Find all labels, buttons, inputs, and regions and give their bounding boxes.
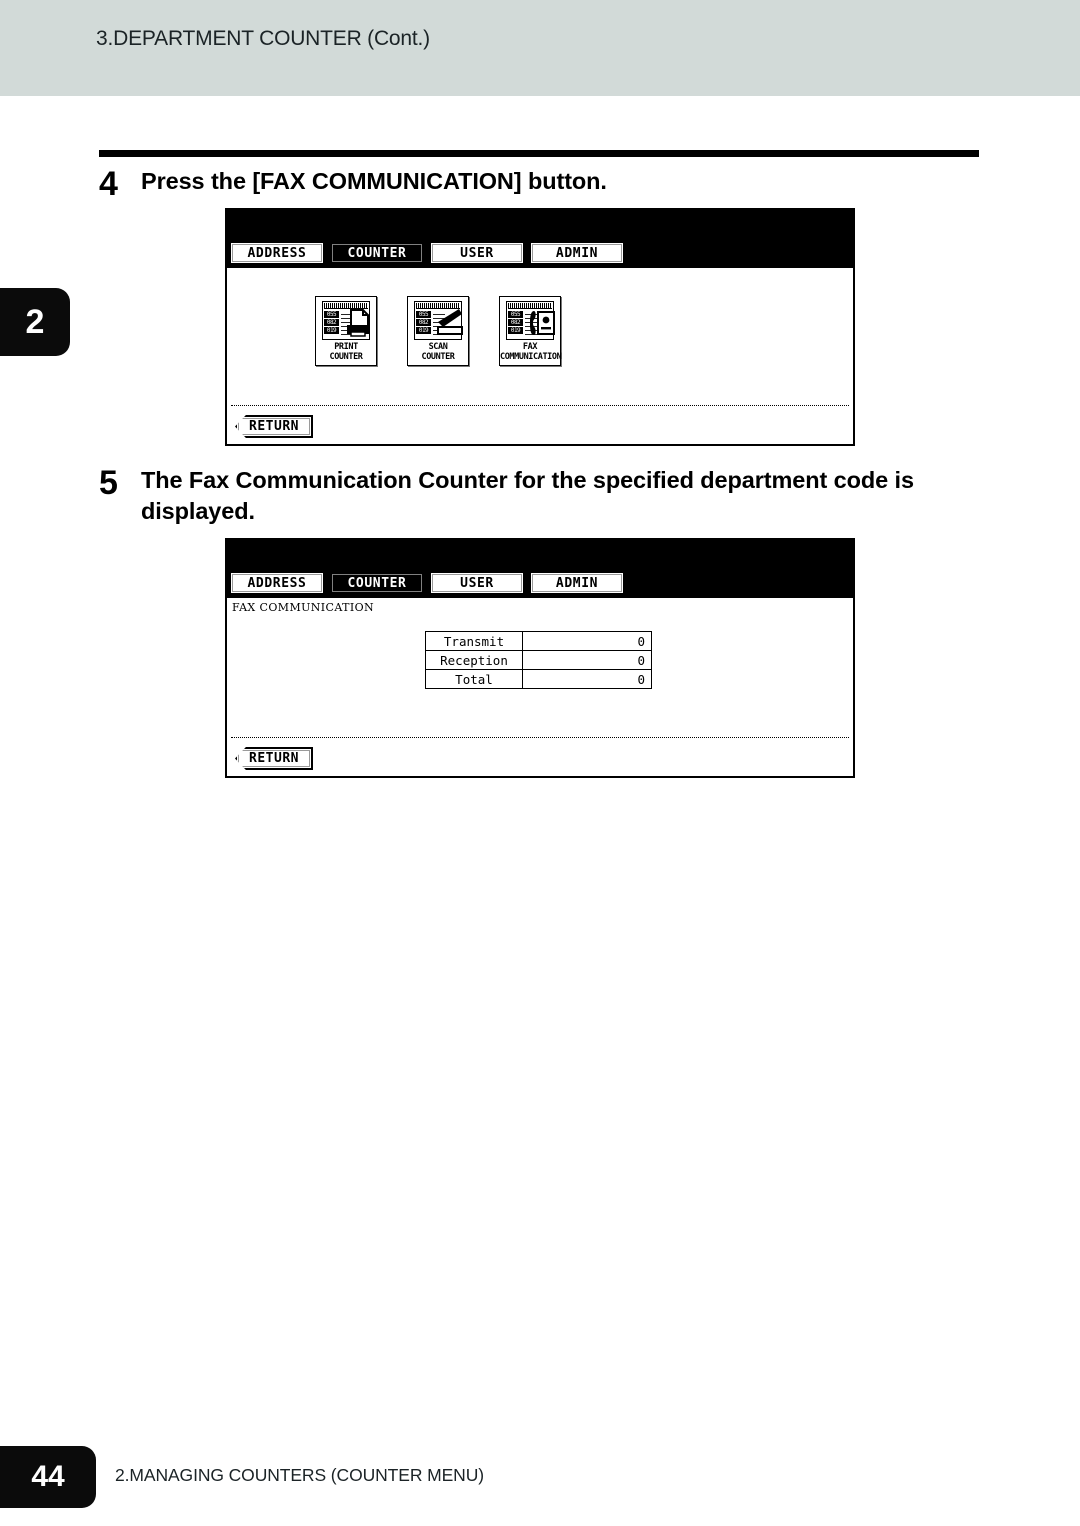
fax-communication-button[interactable]: 055 082 019 FAX COMMUNICATION <box>499 296 562 366</box>
tab-counter[interactable]: COUNTER <box>329 241 426 268</box>
tab-address[interactable]: ADDRESS <box>229 571 326 598</box>
section-rule <box>99 150 979 157</box>
step-5-text: The Fax Communication Counter for the sp… <box>141 467 914 525</box>
lcd-tab-row: ADDRESS COUNTER USER ADMIN <box>227 571 853 598</box>
code-row-2: 082 <box>416 319 431 326</box>
return-button[interactable]: RETURN <box>235 415 313 438</box>
tab-address[interactable]: ADDRESS <box>229 241 326 268</box>
lcd-panel-fax-communication: ADDRESS COUNTER USER ADMIN FAX COMMUNICA… <box>225 538 855 778</box>
tab-user-label: USER <box>460 575 494 591</box>
step-4: 4 Press the [FAX COMMUNICATION] button. <box>99 165 989 203</box>
row-label: Total <box>425 669 523 689</box>
scan-counter-line2: COUNTER <box>421 351 455 362</box>
page-header-band: 3.DEPARTMENT COUNTER (Cont.) <box>0 0 1080 96</box>
scanner-icon: 055 082 019 <box>411 299 465 342</box>
return-button-label: RETURN <box>249 419 299 434</box>
return-button-label: RETURN <box>249 751 299 766</box>
tab-admin-label: ADMIN <box>555 575 599 591</box>
chapter-tab: 2 <box>0 288 70 356</box>
counter-icon-row: 055 082 019 PRINT COUNTER 055 082 019 SC… <box>315 296 562 366</box>
code-row-1: 055 <box>416 311 431 318</box>
tab-admin[interactable]: ADMIN <box>529 241 626 268</box>
code-row-2: 082 <box>324 319 339 326</box>
footer-section-title: 2.MANAGING COUNTERS (COUNTER MENU) <box>115 1465 484 1485</box>
step-4-number: 4 <box>99 165 118 203</box>
lcd-topbar: ADDRESS COUNTER USER ADMIN <box>227 210 853 268</box>
table-row: Reception 0 <box>425 650 652 670</box>
scan-counter-button[interactable]: 055 082 019 SCAN COUNTER <box>407 296 469 366</box>
lcd-topbar: ADDRESS COUNTER USER ADMIN <box>227 540 853 598</box>
code-row-3: 019 <box>416 327 431 334</box>
lcd-divider <box>231 737 849 738</box>
tab-user[interactable]: USER <box>429 241 526 268</box>
fax-icon: 055 082 019 <box>503 299 557 342</box>
step-5-number: 5 <box>99 464 118 502</box>
chapter-tab-number: 2 <box>25 302 45 341</box>
fax-glyph <box>530 311 555 335</box>
lcd-panel-counter-menu: ADDRESS COUNTER USER ADMIN 055 082 019 P… <box>225 208 855 446</box>
print-counter-label: PRINT COUNTER <box>316 342 376 362</box>
scan-counter-label: SCAN COUNTER <box>408 342 468 362</box>
footer-page-tab: 44 <box>0 1446 96 1508</box>
return-button[interactable]: RETURN <box>235 747 313 770</box>
row-value: 0 <box>522 650 652 670</box>
tab-user-label: USER <box>460 245 494 261</box>
scanner-glyph <box>437 309 463 335</box>
step-4-text: Press the [FAX COMMUNICATION] button. <box>141 168 607 194</box>
screen-caption: FAX COMMUNICATION <box>232 601 375 614</box>
table-row: Total 0 <box>425 669 652 689</box>
fax-communication-label: FAX COMMUNICATION <box>500 342 562 362</box>
code-row-1: 055 <box>508 311 523 318</box>
page-header-title: 3.DEPARTMENT COUNTER (Cont.) <box>96 27 430 50</box>
print-counter-line2: COUNTER <box>329 351 363 362</box>
fax-counter-table: Transmit 0 Reception 0 Total 0 <box>425 631 652 689</box>
tab-address-label: ADDRESS <box>247 575 307 591</box>
tab-user[interactable]: USER <box>429 571 526 598</box>
tab-counter[interactable]: COUNTER <box>329 571 426 598</box>
print-counter-button[interactable]: 055 082 019 PRINT COUNTER <box>315 296 377 366</box>
code-row-3: 019 <box>508 327 523 334</box>
footer-page-number: 44 <box>31 1460 65 1493</box>
tab-admin[interactable]: ADMIN <box>529 571 626 598</box>
tab-counter-label: COUNTER <box>347 245 407 261</box>
table-row: Transmit 0 <box>425 631 652 651</box>
code-row-3: 019 <box>324 327 339 334</box>
tab-admin-label: ADMIN <box>555 245 599 261</box>
printer-glyph <box>347 309 369 337</box>
row-value: 0 <box>522 631 652 651</box>
printer-icon: 055 082 019 <box>319 299 373 342</box>
step-5: 5 The Fax Communication Counter for the … <box>99 465 989 527</box>
code-row-1: 055 <box>324 311 339 318</box>
row-value: 0 <box>522 669 652 689</box>
lcd-body: FAX COMMUNICATION Transmit 0 Reception 0… <box>227 598 853 776</box>
lcd-tab-row: ADDRESS COUNTER USER ADMIN <box>227 241 853 268</box>
row-label: Reception <box>425 650 523 670</box>
lcd-body: 055 082 019 PRINT COUNTER 055 082 019 SC… <box>227 268 853 444</box>
tab-counter-label: COUNTER <box>347 575 407 591</box>
code-row-2: 082 <box>508 319 523 326</box>
fax-communication-line2: COMMUNICATION <box>500 351 562 362</box>
lcd-divider <box>231 405 849 406</box>
row-label: Transmit <box>425 631 523 651</box>
tab-address-label: ADDRESS <box>247 245 307 261</box>
